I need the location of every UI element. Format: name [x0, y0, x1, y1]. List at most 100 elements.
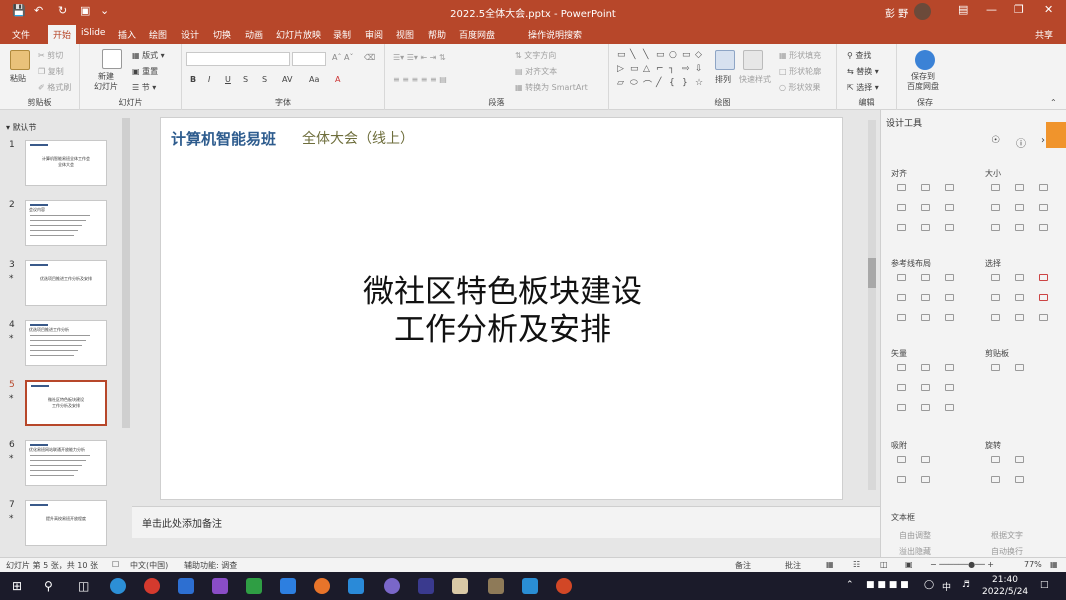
search-icon[interactable]: ⚲ [44, 579, 53, 593]
slide-thumbnail-1[interactable]: 1 计算机智能易班全体工作会 全体大会 [0, 140, 120, 190]
minimize-icon[interactable]: — [986, 3, 997, 16]
intellij-icon[interactable] [418, 578, 434, 594]
collapse-ribbon-icon[interactable]: ⌃ [1050, 98, 1057, 107]
design-clipboard-icon[interactable] [991, 364, 1000, 371]
design-vector-icon[interactable] [945, 364, 954, 371]
slide-sorter-icon[interactable]: ☷ [853, 560, 860, 569]
volume-icon[interactable]: ♬ [962, 580, 970, 590]
new-slide-icon[interactable] [102, 49, 122, 69]
reset-button[interactable]: ▣ 重置 [132, 66, 158, 77]
arrange-button[interactable]: 排列 [715, 74, 731, 85]
thumbnail-image[interactable]: 计算机智能易班全体工作会 全体大会 [25, 140, 107, 186]
design-rotate-icon[interactable] [991, 476, 1000, 483]
design-select-icon[interactable] [1039, 314, 1048, 321]
normal-view-icon[interactable]: ▦ [826, 560, 834, 569]
shape-4[interactable]: ○ [669, 50, 677, 60]
design-vector-icon[interactable] [945, 384, 954, 391]
design-clipboard-icon[interactable] [1015, 364, 1024, 371]
network-icon[interactable]: ◯ [924, 580, 934, 590]
design-size-icon[interactable] [1039, 224, 1048, 231]
underline-button[interactable]: U [225, 75, 231, 84]
tab-12[interactable]: 帮助 [428, 28, 446, 41]
save-to-cloud-button[interactable]: 保存到 百度网盘 [907, 72, 939, 92]
char-spacing-button[interactable]: AV [282, 75, 292, 84]
shape-5[interactable]: ▭ [682, 50, 691, 60]
tab-15[interactable]: 共享 [1035, 28, 1053, 41]
tab-5[interactable]: 设计 [181, 28, 199, 41]
tab-9[interactable]: 录制 [333, 28, 351, 41]
design-guides-icon[interactable] [921, 314, 930, 321]
design-vector-icon[interactable] [897, 364, 906, 371]
design-align-icon[interactable] [897, 224, 906, 231]
shape-11[interactable]: ┐ [669, 64, 674, 74]
start-icon[interactable]: ⊞ [12, 579, 22, 593]
format-painter-button[interactable]: ✐ 格式刷 [38, 82, 71, 93]
design-align-icon[interactable] [897, 204, 906, 211]
design-vector-icon[interactable] [921, 384, 930, 391]
smartart-button[interactable]: ▦ 转换为 SmartArt [515, 82, 588, 93]
textbox-option-auto_fit[interactable]: 自由调整 [899, 530, 931, 541]
comments-toggle[interactable]: 批注 [785, 560, 801, 571]
app-icon-bird[interactable] [280, 578, 296, 594]
pycharm-icon[interactable] [246, 578, 262, 594]
tab-7[interactable]: 动画 [245, 28, 263, 41]
tab-2[interactable]: iSlide [81, 28, 105, 38]
firefox-icon[interactable] [314, 578, 330, 594]
shape-20[interactable]: ☆ [695, 78, 703, 88]
design-size-icon[interactable] [1039, 204, 1048, 211]
design-size-icon[interactable] [991, 224, 1000, 231]
design-guides-icon[interactable] [897, 294, 906, 301]
shape-19[interactable]: } [682, 78, 688, 88]
bold-button[interactable]: B [190, 75, 196, 84]
bullets-icon[interactable]: ☰▾ ☰▾ ⇤ ⇥ ⇅ [393, 53, 446, 62]
clock-time[interactable]: 21:40 [992, 575, 1018, 585]
app-icon-game[interactable] [488, 578, 504, 594]
section-button[interactable]: ☰ 节 ▾ [132, 82, 156, 93]
tab-4[interactable]: 绘图 [149, 28, 167, 41]
notes-toggle[interactable]: 备注 [735, 560, 751, 571]
design-size-icon[interactable] [1015, 184, 1024, 191]
grow-font-icon[interactable]: Aˆ Aˇ [332, 53, 354, 62]
language-status[interactable]: 中文(中国) [130, 560, 168, 571]
design-align-icon[interactable] [921, 204, 930, 211]
powerpoint-icon[interactable] [556, 578, 572, 594]
accessibility-status[interactable]: 辅助功能: 调查 [184, 560, 237, 571]
editor-scroll-thumb[interactable] [868, 258, 876, 288]
slide-title-line2[interactable]: 工作分析及安排 [161, 311, 844, 349]
design-guides-icon[interactable] [945, 294, 954, 301]
tab-1[interactable]: 开始 [48, 25, 77, 44]
current-slide[interactable]: 计算机智能易班 全体大会（线上） 微社区特色板块建设 工作分析及安排 [160, 117, 843, 500]
tab-11[interactable]: 视图 [396, 28, 414, 41]
notes-pane[interactable]: 单击此处添加备注 [132, 506, 880, 538]
clear-format-icon[interactable]: ⌫ [364, 53, 375, 62]
find-button[interactable]: ⚲ 查找 [847, 50, 871, 61]
shape-outline-button[interactable]: □ 形状轮廓 [779, 66, 821, 77]
design-select-icon[interactable] [1015, 314, 1024, 321]
design-size-icon[interactable] [991, 204, 1000, 211]
shape-13[interactable]: ⇩ [695, 64, 703, 74]
reading-view-icon[interactable]: ◫ [880, 560, 888, 569]
help-icon[interactable]: ⓘ [1016, 135, 1026, 150]
clock-date[interactable]: 2022/5/24 [982, 587, 1028, 597]
design-guides-icon[interactable] [945, 274, 954, 281]
tray-icons[interactable]: ■ ■ ■ ■ [866, 580, 909, 590]
slide-thumbnail-3[interactable]: 3 * 优选项目推进工作分析及安排 [0, 260, 120, 310]
app-icon-circle[interactable] [384, 578, 400, 594]
design-snap-icon[interactable] [897, 476, 906, 483]
design-select-icon[interactable] [991, 314, 1000, 321]
thumbnail-image[interactable]: 提升高校易班开放程度 [25, 500, 107, 546]
edge-icon[interactable] [110, 578, 126, 594]
design-vector-icon[interactable] [897, 404, 906, 411]
close-icon[interactable]: ✕ [1044, 3, 1053, 16]
design-size-icon[interactable] [1015, 224, 1024, 231]
shape-10[interactable]: ⌐ [656, 64, 664, 74]
zoom-level[interactable]: 77% [1024, 560, 1042, 569]
replace-button[interactable]: ⇆ 替换 ▾ [847, 66, 879, 77]
shape-3[interactable]: ▭ [656, 50, 665, 60]
notification-icon[interactable]: □ [1040, 580, 1049, 590]
slide-meeting[interactable]: 全体大会（线上） [302, 128, 414, 148]
app-icon-photo[interactable] [452, 578, 468, 594]
new-slide-button[interactable]: 新建 幻灯片 [94, 72, 118, 92]
avatar[interactable] [914, 3, 931, 20]
shape-1[interactable]: ╲ [630, 50, 635, 60]
